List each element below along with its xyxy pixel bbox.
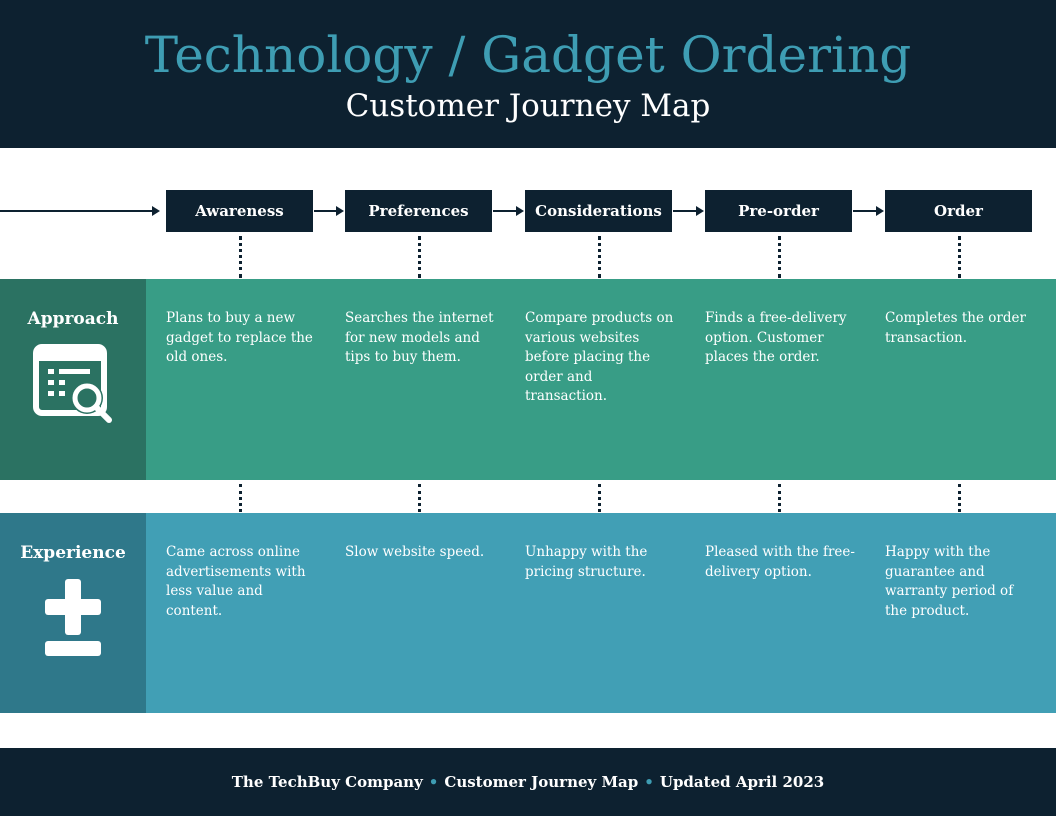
journey-cell: Happy with the guarantee and warranty pe… — [885, 544, 1014, 619]
approach-label-cell: Approach — [0, 279, 146, 480]
dotted-connector — [778, 484, 781, 512]
journey-cell: Unhappy with the pricing structure. — [525, 544, 648, 580]
dotted-connector — [418, 236, 421, 278]
journey-cell: Pleased with the free-delivery option. — [705, 544, 855, 580]
header: Technology / Gadget Ordering Customer Jo… — [0, 0, 1056, 148]
arrow — [0, 206, 160, 216]
experience-label-cell: Experience — [0, 513, 146, 713]
journey-cell: Slow website speed. — [345, 544, 485, 560]
stage-pre-order: Pre-order — [705, 190, 852, 232]
journey-cell: Plans to buy a new gadget to replace the… — [166, 310, 313, 365]
journey-cell: Finds a free-delivery option. Customer p… — [705, 310, 847, 365]
dotted-connector — [598, 484, 601, 512]
footer-updated: Updated April 2023 — [659, 773, 825, 791]
footer: The TechBuy Company • Customer Journey Ma… — [0, 748, 1056, 816]
row-label: Experience — [20, 543, 126, 563]
journey-cell: Completes the order transaction. — [885, 310, 1026, 346]
arrow — [853, 206, 884, 216]
stage-considerations: Considerations — [525, 190, 672, 232]
arrow — [673, 206, 704, 216]
page-title: Technology / Gadget Ordering — [144, 26, 912, 84]
journey-cell: Compare products on various websites bef… — [525, 310, 674, 404]
plus-minus-icon — [45, 579, 101, 656]
experience-row: Experience Came across online advertisem… — [0, 513, 1056, 713]
arrow — [314, 206, 344, 216]
stage-preferences: Preferences — [345, 190, 492, 232]
dotted-connector — [778, 236, 781, 278]
dotted-connector — [418, 484, 421, 512]
journey-cell: Came across online advertisements with l… — [166, 544, 306, 619]
dotted-connector — [239, 484, 242, 512]
spreadsheet-search-icon — [33, 344, 112, 423]
footer-title: Customer Journey Map — [444, 773, 639, 791]
dotted-connector — [958, 484, 961, 512]
dotted-connector — [598, 236, 601, 278]
journey-cell: Searches the internet for new models and… — [345, 310, 494, 365]
row-label: Approach — [27, 309, 119, 329]
footer-company: The TechBuy Company — [231, 773, 423, 791]
stage-awareness: Awareness — [166, 190, 313, 232]
arrow — [493, 206, 524, 216]
approach-row: Approach Plans to buy a new gadget to re… — [0, 279, 1056, 480]
dotted-connector — [958, 236, 961, 278]
stage-order: Order — [885, 190, 1032, 232]
page-subtitle: Customer Journey Map — [345, 88, 711, 124]
dotted-connector — [239, 236, 242, 278]
